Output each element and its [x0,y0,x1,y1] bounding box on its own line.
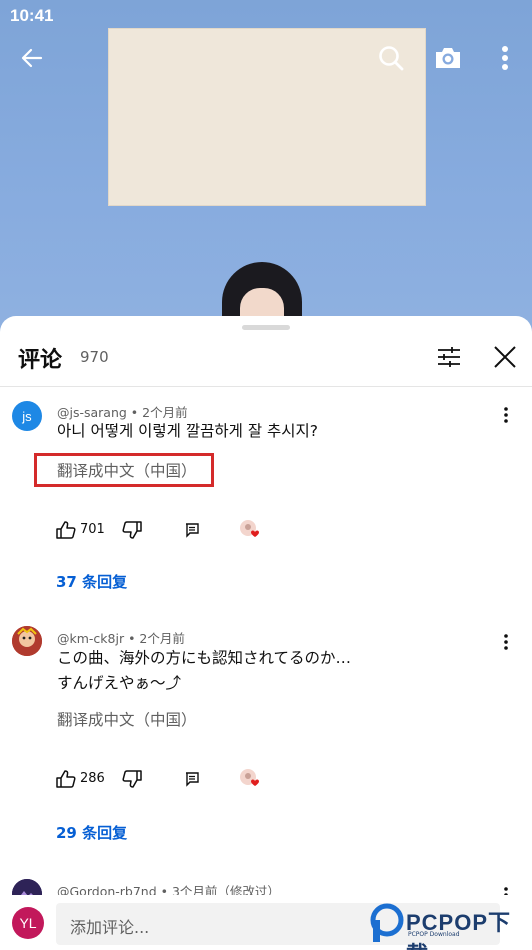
comment-text-line: すんげえやぁ〜⤴ [57,674,182,692]
status-time: 10:41 [10,6,54,25]
replies-link[interactable]: 37 条回复 [56,571,127,592]
close-icon[interactable] [488,340,522,374]
comment-text-line: この曲、海外の方にも認知されてるのか… [57,649,352,667]
thumbs-up-icon[interactable] [55,768,77,790]
thumbs-up-icon[interactable] [55,519,77,541]
add-comment-placeholder: 添加评论... [70,918,150,937]
camera-icon[interactable] [430,40,466,76]
avatar: YL [12,907,44,939]
comments-count: 970 [80,348,109,366]
like-count: 286 [80,771,105,786]
more-vertical-icon[interactable] [487,40,523,76]
translate-link[interactable]: 翻译成中文（中国） [57,459,197,481]
search-icon[interactable] [373,40,409,76]
thumbs-down-icon[interactable] [121,768,143,790]
avatar[interactable] [12,626,42,656]
reply-icon[interactable] [181,768,203,790]
video-player[interactable]: 10:41 [0,0,532,340]
reply-icon[interactable] [181,519,203,541]
watermark-text: PCPOP下载 [406,910,512,950]
creator-heart-icon [239,768,261,790]
more-vertical-icon[interactable] [498,404,514,426]
like-count: 701 [80,522,105,537]
watermark-logo: PCPOP下载 PCPOP Download [370,903,532,950]
header-divider [0,386,532,387]
translate-link[interactable]: 翻译成中文（中国） [57,708,197,730]
comments-sheet: 评论 970 js @js-sarang • 2个月前 아니 어떻게 이렇게 깔… [0,316,532,950]
creator-heart-icon [239,519,261,541]
sliders-icon[interactable] [432,340,466,374]
comment-text-line: 아니 어떻게 이렇게 깔끔하게 잘 추시지? [57,422,319,440]
watermark-subtext: PCPOP Download [408,931,460,938]
sheet-drag-handle[interactable] [242,325,290,330]
arrow-left-icon[interactable] [14,40,50,76]
avatar[interactable]: js [12,401,42,431]
more-vertical-icon[interactable] [498,631,514,653]
comment-meta: @km-ck8jr • 2个月前 [57,631,185,646]
thumbs-down-icon[interactable] [121,519,143,541]
comment-actions: 701 [55,519,295,543]
comments-title: 评论 [18,348,63,373]
replies-link[interactable]: 29 条回复 [56,822,127,843]
comment-actions: 286 [55,768,295,792]
